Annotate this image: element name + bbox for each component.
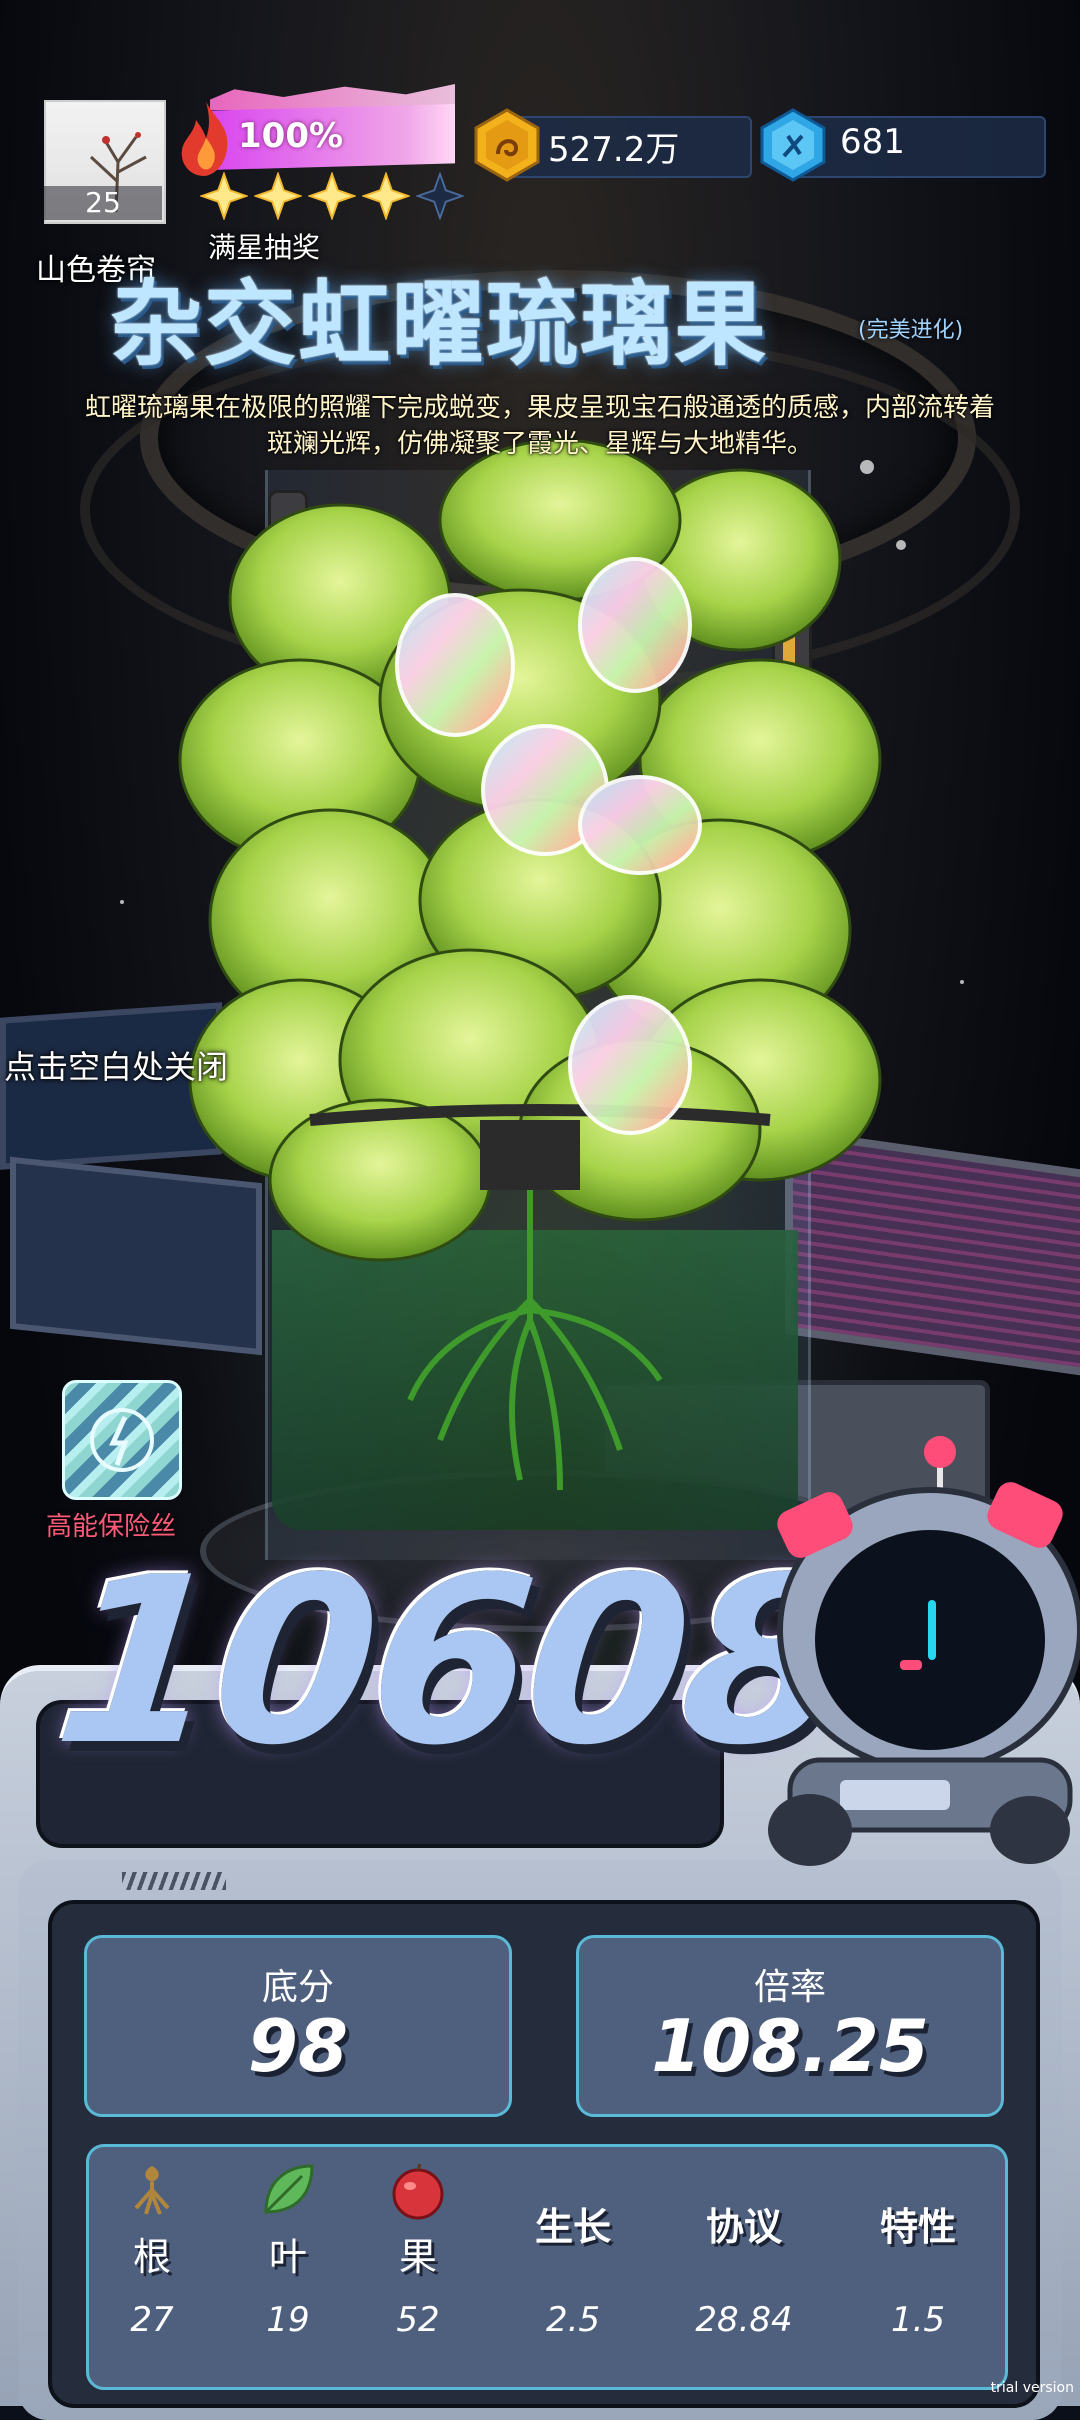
- attr-protocol-value: 28.84: [695, 2300, 793, 2340]
- attr-fruit-name: 果: [398, 2235, 437, 2279]
- base-score-label: 底分: [261, 1967, 334, 2008]
- star-filled-icon: [308, 172, 356, 220]
- multiplier-box: 倍率 108.25: [576, 1935, 1004, 2117]
- attr-leaf-name: 叶: [268, 2235, 307, 2279]
- fuse-item-icon[interactable]: [62, 1380, 182, 1500]
- item-description: 虹曜琉璃果在极限的照耀下完成蜕变，果皮呈现宝石般通透的质感，内部流转着斑斓光辉，…: [84, 393, 995, 459]
- star-filled-icon: [254, 172, 302, 220]
- attr-trait-name: 特性: [879, 2205, 956, 2249]
- multiplier-value: 108.25: [651, 2004, 929, 2088]
- star-filled-icon: [362, 172, 410, 220]
- attr-fruit-value: 52: [396, 2300, 440, 2340]
- attr-protocol-name: 协议: [705, 2205, 782, 2249]
- robot-mascot: [768, 1436, 1080, 1866]
- item-evolution-tag: (完美进化): [858, 318, 964, 343]
- tap-to-close-hint[interactable]: 点击空白处关闭: [4, 1042, 228, 1088]
- base-score-box: 底分 98: [84, 1935, 512, 2117]
- attr-trait-value: 1.5: [890, 2300, 946, 2340]
- player-level: 25: [44, 186, 162, 220]
- attr-root-name: 根: [132, 2235, 171, 2279]
- panel-vent: [122, 1872, 226, 1890]
- gem-amount: 681: [840, 122, 905, 162]
- base-score-value: 98: [247, 2004, 349, 2088]
- root-icon: [134, 2166, 170, 2215]
- flame-icon: [181, 102, 228, 176]
- fruit-icon: [392, 2163, 444, 2220]
- star-rating[interactable]: [200, 172, 464, 220]
- leaf-icon: [264, 2164, 314, 2214]
- trial-watermark: trial version: [990, 2380, 1074, 2396]
- attr-leaf-value: 19: [266, 2300, 310, 2340]
- item-title: 杂交虹曜琉璃果: [110, 250, 768, 383]
- coin-icon: [474, 108, 540, 182]
- multiplier-label: 倍率: [753, 1967, 826, 2008]
- heat-percent: 100%: [238, 116, 344, 156]
- attr-growth-name: 生长: [534, 2205, 611, 2249]
- star-empty-icon: [416, 172, 464, 220]
- fuse-icon: [90, 1408, 154, 1472]
- attr-growth-value: 2.5: [545, 2300, 601, 2340]
- attr-root-value: 27: [130, 2300, 174, 2340]
- star-filled-icon: [200, 172, 248, 220]
- gem-icon: [760, 108, 826, 182]
- coin-amount: 527.2万: [548, 130, 680, 170]
